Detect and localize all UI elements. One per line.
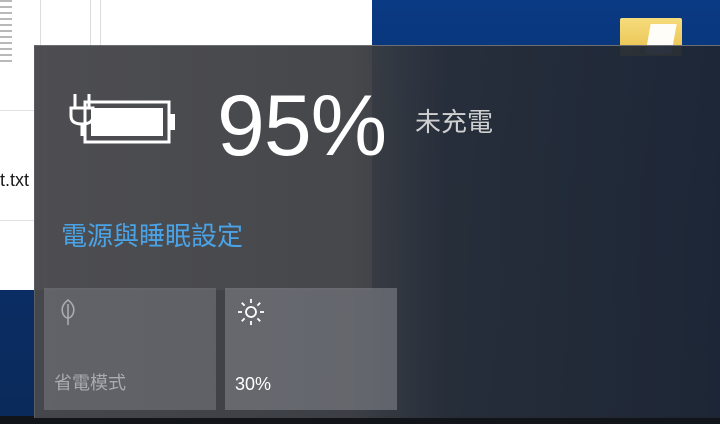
battery-plugged-icon [69,94,175,144]
battery-saver-label: 省電模式 [54,373,126,394]
battery-saver-leaf-icon [61,298,75,325]
brightness-level-label: 30% [235,374,272,394]
battery-percentage: 95% [217,78,387,174]
background-file-name: t.txt [0,170,30,190]
brightness-sun-icon [238,299,264,325]
battery-flyout: 95% 未充電 電源與睡眠設定 省電模式 30% [34,45,720,418]
charging-status: 未充電 [415,108,494,138]
list-icon [0,0,12,64]
power-sleep-settings-link[interactable]: 電源與睡眠設定 [61,220,243,254]
brightness-tile[interactable]: 30% [225,288,397,410]
battery-saver-tile[interactable]: 省電模式 [44,288,216,410]
